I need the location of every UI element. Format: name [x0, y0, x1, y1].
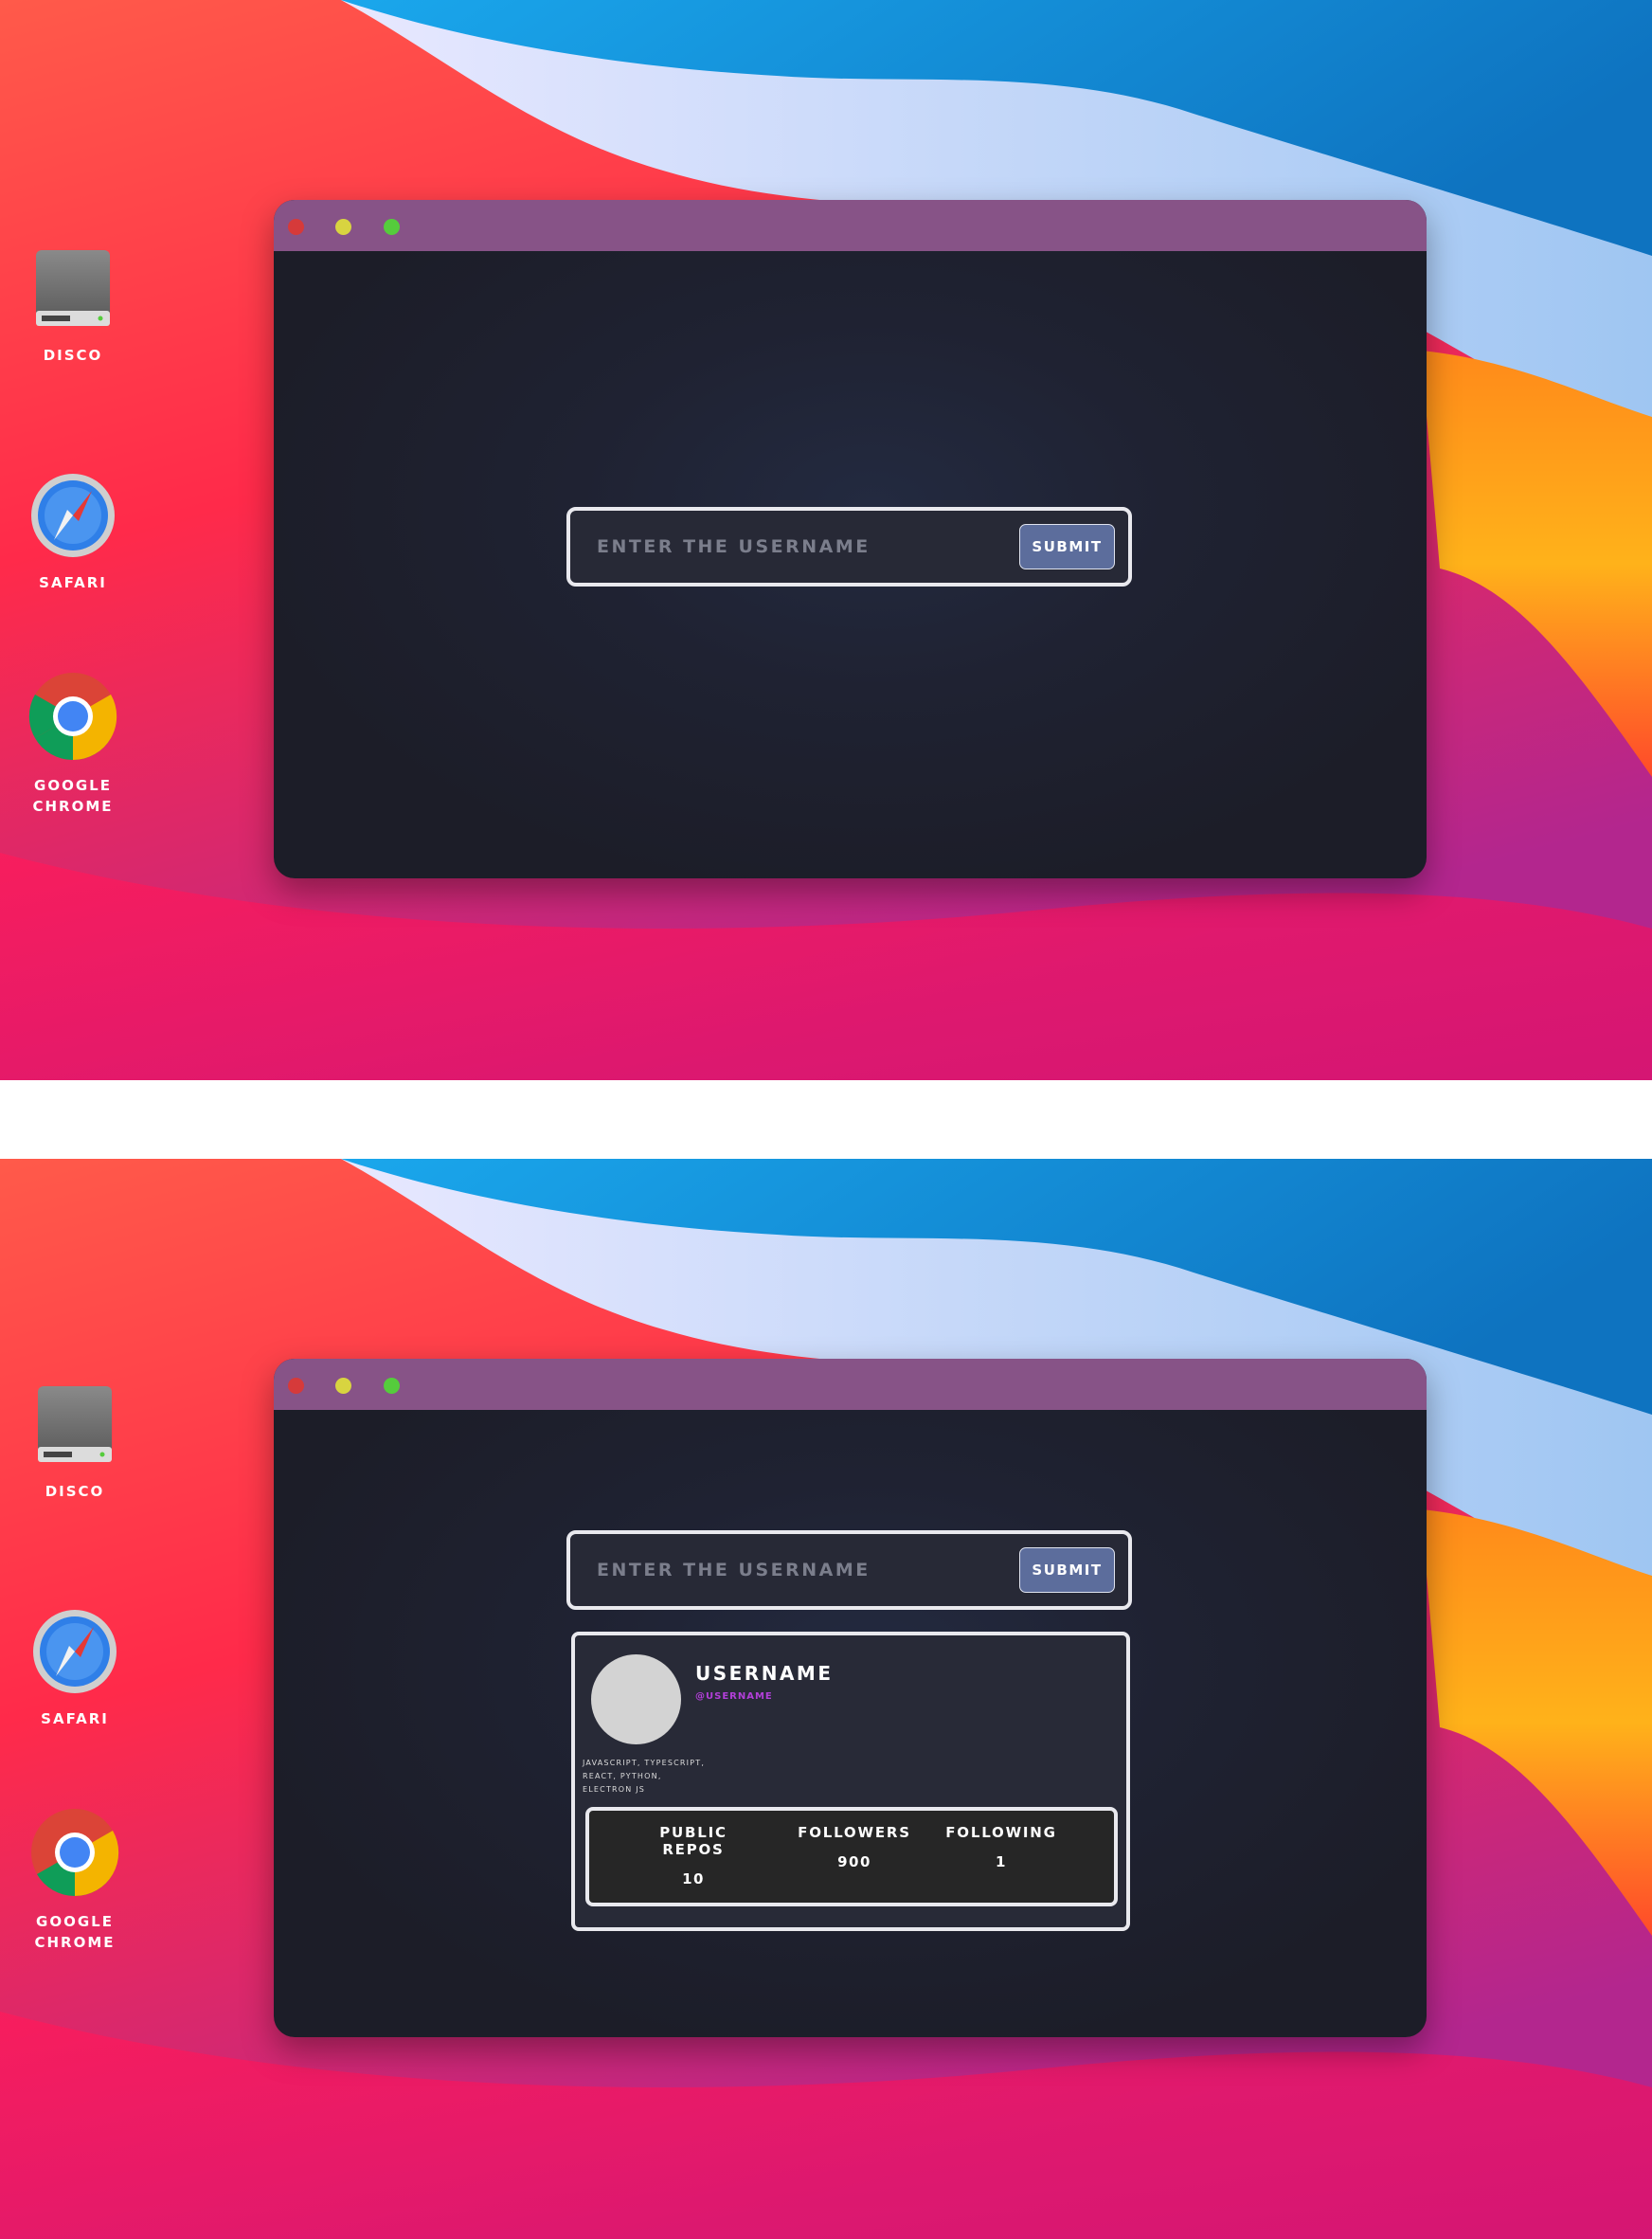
stat-label: PUBLIC REPOS — [659, 1824, 727, 1858]
stat-value: 10 — [682, 1870, 705, 1887]
desktop-icon-chrome[interactable]: GOOGLE CHROME — [23, 1807, 127, 1953]
search-bar: SUBMIT — [566, 507, 1132, 587]
hard-disk-icon — [38, 1386, 112, 1462]
maximize-window-button[interactable] — [384, 219, 400, 235]
desktop-icon-label: GOOGLE CHROME — [34, 1913, 116, 1951]
app-window: SUBMIT USERNAME @USERNAME JAVASCRIPT, TY… — [274, 1359, 1427, 2037]
stat-following: FOLLOWING 1 — [940, 1824, 1063, 1870]
submit-button[interactable]: SUBMIT — [1019, 524, 1115, 569]
avatar — [591, 1654, 681, 1744]
minimize-window-button[interactable] — [335, 219, 351, 235]
desktop-icon-label: GOOGLE CHROME — [32, 777, 114, 815]
profile-handle[interactable]: @USERNAME — [695, 1691, 773, 1702]
desktop-icon-label: SAFARI — [41, 1710, 109, 1727]
desktop-icon-safari[interactable]: SAFARI — [21, 472, 125, 593]
submit-button[interactable]: SUBMIT — [1019, 1547, 1115, 1593]
desktop-screen-result: DISCO SAFARI GOOGLE CHROME SUBMI — [0, 1159, 1652, 2239]
minimize-window-button[interactable] — [335, 1378, 351, 1394]
chrome-icon — [31, 1809, 119, 1897]
desktop-icon-chrome[interactable]: GOOGLE CHROME — [21, 671, 125, 817]
hard-disk-icon — [36, 250, 110, 326]
window-titlebar[interactable] — [274, 1359, 1427, 1410]
profile-bio: JAVASCRIPT, TYPESCRIPT, REACT, PYTHON, E… — [583, 1759, 706, 1794]
maximize-window-button[interactable] — [384, 1378, 400, 1394]
stat-label: FOLLOWING — [945, 1824, 1057, 1841]
stat-followers: FOLLOWERS 900 — [793, 1824, 916, 1870]
desktop-icon-safari[interactable]: SAFARI — [23, 1608, 127, 1729]
username-input[interactable] — [597, 1553, 995, 1587]
chrome-icon — [28, 673, 117, 761]
app-window: SUBMIT — [274, 200, 1427, 878]
stat-public-repos: PUBLIC REPOS 10 — [627, 1824, 760, 1887]
safari-icon — [31, 474, 115, 557]
profile-stats: PUBLIC REPOS 10 FOLLOWERS 900 FOLLOWING … — [585, 1807, 1118, 1906]
desktop-icon-disco[interactable]: DISCO — [23, 1384, 127, 1502]
desktop-icon-label: DISCO — [43, 347, 103, 364]
close-window-button[interactable] — [288, 219, 304, 235]
profile-card: USERNAME @USERNAME JAVASCRIPT, TYPESCRIP… — [571, 1632, 1130, 1931]
search-bar: SUBMIT — [566, 1530, 1132, 1610]
stat-value: 1 — [996, 1853, 1007, 1870]
close-window-button[interactable] — [288, 1378, 304, 1394]
desktop-icon-label: SAFARI — [39, 574, 107, 591]
safari-icon — [33, 1610, 117, 1693]
profile-name: USERNAME — [695, 1662, 834, 1685]
stat-label: FOLLOWERS — [798, 1824, 911, 1841]
desktop-icon-disco[interactable]: DISCO — [21, 248, 125, 366]
desktop-screen-initial: DISCO SAFARI GOOGLE CHROME ENTER THE USE… — [0, 0, 1652, 1080]
stat-value: 900 — [837, 1853, 871, 1870]
username-input[interactable] — [597, 530, 995, 564]
desktop-icon-label: DISCO — [45, 1483, 105, 1500]
window-titlebar[interactable] — [274, 200, 1427, 251]
